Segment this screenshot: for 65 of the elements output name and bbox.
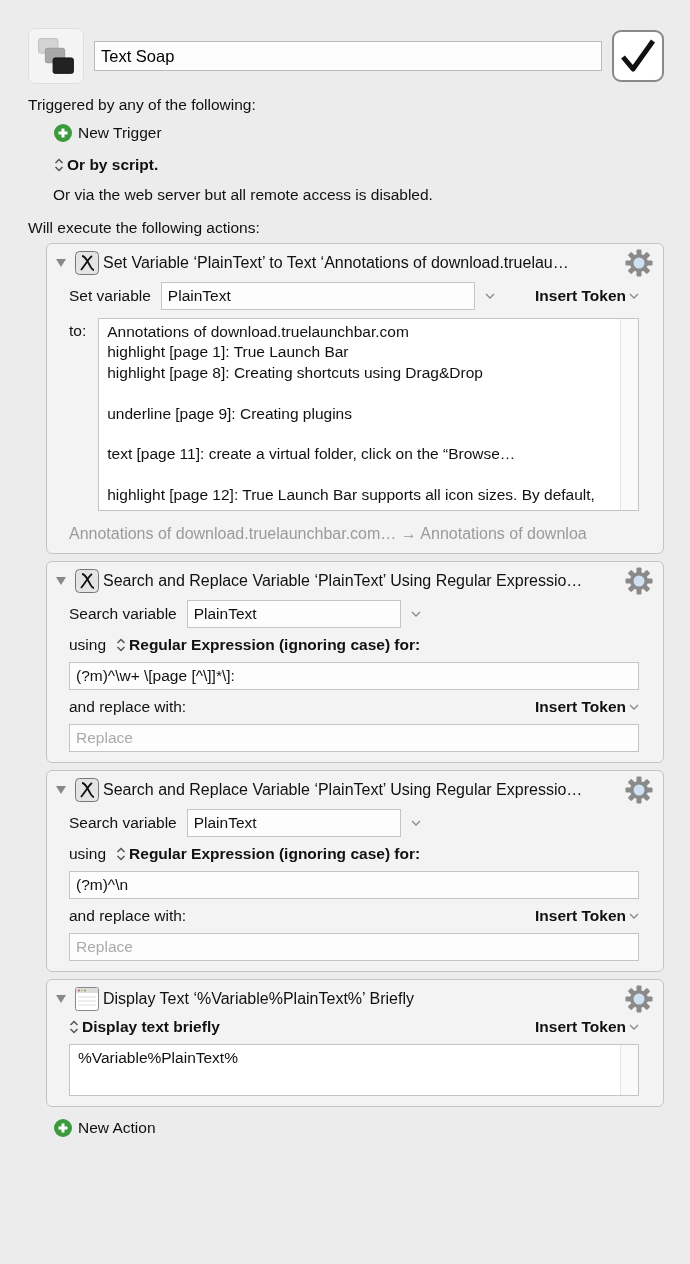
action-title: Display Text ‘%Variable%PlainText%’ Briefly [103, 989, 415, 1008]
variable-field[interactable]: PlainText [186, 599, 401, 628]
chevron-down-icon[interactable] [629, 703, 639, 710]
variable-icon [75, 568, 99, 593]
field-label: Set variable [69, 287, 151, 305]
gear-icon[interactable] [625, 566, 653, 595]
gear-icon[interactable] [625, 775, 653, 804]
variable-field[interactable]: PlainText [186, 808, 401, 837]
field-label: Search variable [69, 604, 177, 623]
mode-popup[interactable]: Regular Expression (ignoring case) for: [116, 844, 421, 863]
text-area[interactable]: %Variable%PlainText% [69, 1043, 639, 1096]
replace-field[interactable]: Replace [69, 932, 639, 961]
action-title: Search and Replace Variable ‘PlainText’ Using Regular Expressio… [103, 780, 584, 799]
variable-field[interactable]: PlainText [160, 282, 475, 310]
gear-icon[interactable] [625, 984, 653, 1013]
disclosure-triangle-icon[interactable] [55, 784, 67, 795]
disclosure-triangle-icon[interactable] [55, 575, 67, 586]
action-summary: Annotations of download.truelaunchbar.com… → Annotations of downloa [69, 524, 588, 543]
mode-popup[interactable]: Regular Expression (ignoring case) for: [116, 635, 421, 654]
chevron-down-icon[interactable] [410, 610, 421, 617]
action-title: Search and Replace Variable ‘PlainText’ Using Regular Expressio… [103, 571, 584, 590]
variable-icon [75, 777, 99, 802]
new-action-link[interactable]: New Action [78, 1118, 156, 1137]
chevron-down-icon[interactable] [629, 293, 639, 299]
window-icon [75, 986, 99, 1011]
up-down-arrows-icon [116, 636, 127, 653]
section-heading: Triggered by any of the following: [28, 96, 257, 114]
insert-token-button[interactable]: Insert Token [535, 906, 639, 925]
scroll-bar[interactable] [620, 319, 638, 510]
field-label: to: [69, 322, 87, 340]
field-label: using [69, 635, 107, 654]
text-area[interactable]: Annotations of download.truelaunchbar.com highlight [page 1]: True Launch Bar highlight [page 8]: Creating shortcuts using Drag&Drop underline [page 9]: Creating plugins text [page 11]: create a virtual folder, click on the “Browse… highlight [page 12]: True Launch Bar supports all icon sizes. By default, [98, 318, 639, 511]
replace-field[interactable]: Replace [69, 723, 639, 752]
up-down-arrows-icon [116, 845, 127, 862]
mode-popup[interactable]: Display text briefly [69, 1017, 220, 1036]
disclosure-triangle-icon[interactable] [55, 258, 67, 268]
web-server-note: Or via the web server but all remote access is disabled. [53, 186, 434, 204]
field-label: using [69, 844, 107, 863]
script-option-popup[interactable]: Or by script. [54, 156, 159, 174]
enabled-checkbox[interactable] [612, 30, 664, 82]
pattern-field[interactable]: (?m)^\n [69, 870, 639, 899]
scroll-bar[interactable] [620, 1044, 638, 1095]
gear-icon[interactable] [625, 249, 653, 277]
up-down-arrows-icon [54, 157, 64, 173]
new-trigger-link[interactable]: New Trigger [78, 124, 162, 142]
insert-token-button[interactable]: Insert Token [535, 287, 639, 305]
chevron-down-icon[interactable] [410, 819, 421, 826]
macro-name-field[interactable]: Text Soap [94, 41, 602, 71]
insert-token-button[interactable]: Insert Token [535, 697, 639, 716]
chevron-down-icon[interactable] [629, 912, 639, 919]
field-label: and replace with: [69, 697, 187, 716]
action-title: Set Variable ‘PlainText’ to Text ‘Annotations of download.truelau… [103, 254, 570, 272]
macro-icon[interactable] [28, 28, 84, 84]
section-heading: Will execute the following actions: [28, 219, 261, 237]
pattern-field[interactable]: (?m)^\w+ \[page [^\]]*\]: [69, 661, 639, 690]
field-label: and replace with: [69, 906, 187, 925]
field-label: Search variable [69, 813, 177, 832]
chevron-down-icon[interactable] [629, 1023, 639, 1030]
chevron-down-icon[interactable] [484, 293, 495, 299]
add-icon [54, 124, 72, 142]
disclosure-triangle-icon[interactable] [55, 993, 67, 1004]
insert-token-button[interactable]: Insert Token [535, 1017, 639, 1036]
up-down-arrows-icon [69, 1018, 79, 1035]
add-icon [54, 1118, 72, 1137]
variable-icon [75, 251, 99, 275]
